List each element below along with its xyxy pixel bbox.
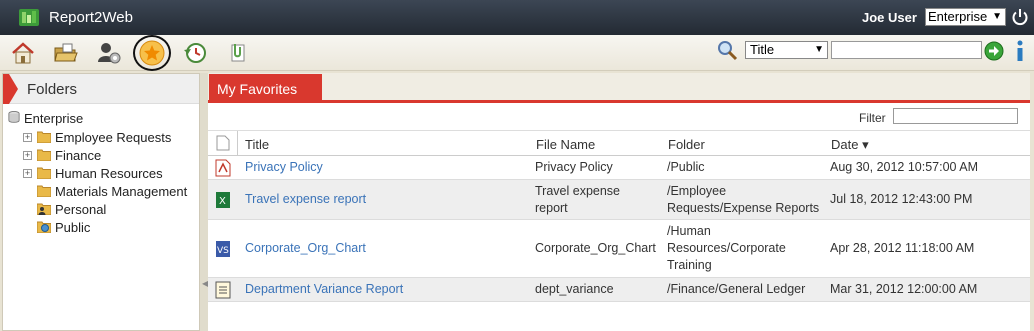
report2web-logo-icon [19, 9, 39, 26]
row-title-link[interactable]: Corporate_Org_Chart [245, 240, 366, 257]
table-row[interactable]: Department Variance Report dept_variance… [208, 278, 1030, 302]
search-type-select[interactable]: Title ▼ [745, 41, 828, 59]
sidebar-header: Folders [3, 74, 199, 104]
column-header-file-name[interactable]: File Name [529, 131, 662, 156]
document-icon [216, 135, 230, 151]
table-row[interactable]: VS Corporate_Org_Chart Corporate_Org_Cha… [208, 220, 1030, 278]
svg-text:VS: VS [217, 246, 229, 256]
expand-plus-icon[interactable]: + [23, 151, 32, 160]
chevron-down-icon: ▼ [814, 44, 824, 55]
row-title-link[interactable]: Department Variance Report [245, 281, 403, 298]
folder-icon [37, 149, 51, 161]
sidebar-item-label: Materials Management [55, 184, 188, 199]
row-file-name: Corporate_Org_Chart [535, 241, 656, 255]
attachment-icon[interactable] [225, 40, 251, 66]
column-header-date[interactable]: Date ▾ [824, 131, 1030, 156]
row-file-name: Privacy Policy [535, 160, 613, 174]
sidebar-item-label: Finance [55, 148, 102, 163]
filter-row: Filter [208, 103, 1030, 131]
column-header-type[interactable] [208, 131, 238, 156]
filter-label: Filter [859, 111, 886, 125]
table-row[interactable]: X Travel expense report Travel expense r… [208, 180, 1030, 220]
sidebar-splitter[interactable]: ◀ [200, 73, 208, 331]
folders-sidebar: Folders Enterprise + Employee Requests +… [2, 73, 200, 331]
tab-my-favorites[interactable]: My Favorites [209, 74, 322, 103]
visio-icon: VS [216, 241, 230, 257]
user-name: Joe User [862, 10, 917, 25]
public-folder-icon [37, 221, 51, 233]
user-settings-icon[interactable] [96, 40, 122, 66]
row-date: Aug 30, 2012 10:57:00 AM [830, 160, 979, 174]
sidebar-item-label: Employee Requests [55, 130, 172, 145]
row-date: Mar 31, 2012 12:00:00 AM [830, 282, 978, 296]
excel-icon: X [216, 192, 230, 208]
pdf-icon [215, 159, 231, 177]
table-row[interactable]: Privacy Policy Privacy Policy /Public Au… [208, 156, 1030, 180]
main-panel: My Favorites Filter Title File Name Fold… [208, 73, 1030, 331]
row-folder: /Public [667, 160, 705, 174]
top-bar: Report2Web Joe User Enterprise ▼ [0, 0, 1034, 35]
app-title: Report2Web [49, 9, 133, 26]
folder-icon [37, 185, 51, 197]
chevron-down-icon: ▼ [992, 11, 1002, 22]
filter-input[interactable] [893, 108, 1018, 124]
tenant-select-value: Enterprise [928, 9, 988, 24]
tenant-select[interactable]: Enterprise ▼ [925, 8, 1006, 26]
row-file-name: dept_variance [535, 282, 614, 296]
row-date: Apr 28, 2012 11:18:00 AM [830, 241, 975, 255]
sidebar-marker-icon [3, 74, 18, 104]
row-folder: /Human Resources/Corporate Training [667, 224, 786, 272]
svg-text:X: X [219, 196, 226, 207]
personal-folder-icon [37, 203, 51, 215]
row-file-name: Travel expense report [535, 184, 620, 215]
toolbar: Title ▼ [0, 35, 1034, 71]
folder-icon [37, 131, 51, 143]
column-header-title[interactable]: Title [238, 131, 536, 156]
favorites-star-icon[interactable] [139, 40, 165, 66]
expand-plus-icon[interactable]: + [23, 133, 32, 142]
folder-icon [37, 167, 51, 179]
sidebar-title: Folders [27, 81, 78, 98]
row-date: Jul 18, 2012 12:43:00 PM [830, 192, 973, 206]
home-icon[interactable] [10, 40, 36, 66]
expand-plus-icon[interactable]: + [23, 169, 32, 178]
sidebar-item-label: Personal [55, 202, 107, 217]
row-folder: /Employee Requests/Expense Reports [667, 184, 820, 215]
row-title-link[interactable]: Privacy Policy [245, 159, 323, 176]
open-folder-icon[interactable] [53, 40, 79, 66]
search-type-value: Title [750, 42, 775, 57]
tree-root-label: Enterprise [24, 111, 84, 126]
column-header-folder[interactable]: Folder [661, 131, 825, 156]
tab-strip: My Favorites [208, 73, 1030, 103]
row-title-link[interactable]: Travel expense report [245, 191, 366, 208]
sidebar-item-label: Public [55, 220, 91, 235]
database-icon [8, 111, 20, 123]
info-icon[interactable] [1012, 39, 1028, 63]
sidebar-item-label: Human Resources [55, 166, 163, 181]
history-clock-icon[interactable] [182, 40, 208, 66]
row-folder: /Finance/General Ledger [667, 282, 806, 296]
power-logout-icon[interactable] [1011, 8, 1029, 26]
search-input[interactable] [831, 41, 982, 59]
search-icon[interactable] [716, 39, 738, 61]
text-report-icon [215, 281, 231, 299]
go-arrow-icon[interactable] [984, 41, 1004, 61]
